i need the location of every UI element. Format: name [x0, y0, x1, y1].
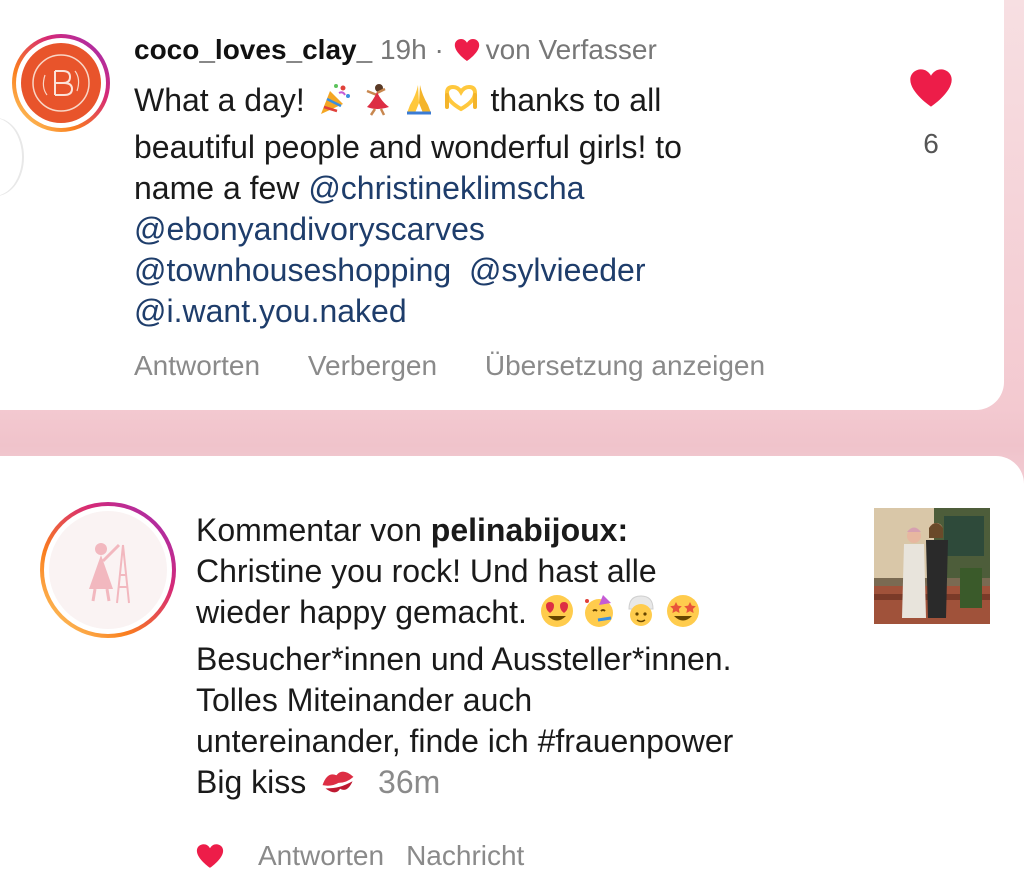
message-button[interactable]: Nachricht	[406, 836, 524, 876]
post-thumbnail[interactable]	[874, 508, 990, 624]
comment-actions: Antworten Verbergen Übersetzung anzeigen	[134, 346, 805, 386]
like-heart-icon[interactable]	[908, 68, 954, 113]
mention-link[interactable]: @i.want.you.naked	[134, 293, 407, 329]
mention-link[interactable]: @townhouseshopping	[134, 252, 451, 288]
reply-author[interactable]: pelinabijoux:	[431, 512, 628, 548]
reply-time: 36m	[378, 764, 441, 800]
comment-username[interactable]: coco_loves_clay_	[134, 34, 372, 65]
party-popper-icon	[317, 81, 353, 127]
edge-notch	[0, 118, 22, 196]
kiss-mark-icon	[318, 763, 358, 809]
reply-button[interactable]: Antworten	[258, 836, 384, 876]
coco-logo-icon	[32, 54, 90, 112]
heart-eyes-icon	[539, 593, 575, 639]
like-count: 6	[923, 128, 939, 159]
comment-text-part: name a few	[134, 170, 300, 206]
party-face-icon	[581, 593, 617, 639]
comment-card: coco_loves_clay_ 19h · von Verfasser Wha…	[0, 0, 1004, 410]
reply-text-line: untereinander, finde ich #frauenpower	[196, 723, 734, 759]
person-turban-icon	[623, 593, 659, 639]
liked-by-author-label: von Verfasser	[485, 34, 657, 65]
comment-text-part: beautiful people and wonderful girls! to	[134, 129, 682, 165]
comment-text: What a day! thanks to all beautiful peop…	[134, 80, 854, 332]
comment-time: 19h	[379, 34, 427, 65]
separator-dot: ·	[434, 34, 444, 65]
dancer-icon	[359, 81, 395, 127]
avatar-pelina[interactable]	[40, 502, 176, 638]
reply-text-line: Big kiss	[196, 764, 307, 800]
reply-actions: Antworten Nachricht	[196, 836, 546, 876]
comment-header: coco_loves_clay_ 19h · von Verfasser	[134, 30, 657, 70]
pelina-logo-icon	[89, 543, 130, 604]
reply-text-line: Tolles Miteinander auch	[196, 682, 533, 718]
author-heart-icon	[454, 39, 479, 61]
hide-button[interactable]: Verbergen	[308, 350, 437, 381]
reply-text: Kommentar von pelinabijoux: Christine yo…	[196, 510, 866, 809]
reply-text-line: Christine you rock! Und hast alle	[196, 553, 657, 589]
mention-link[interactable]: @ebonyandivoryscarves	[134, 211, 485, 247]
reply-button[interactable]: Antworten	[134, 350, 260, 381]
show-translation-button[interactable]: Übersetzung anzeigen	[485, 350, 765, 381]
star-struck-icon	[665, 593, 701, 639]
folded-hands-icon	[401, 81, 437, 127]
reply-text-line: wieder happy gemacht.	[196, 594, 527, 630]
reply-text-line: Besucher*innen und Aussteller*innen.	[196, 641, 732, 677]
comment-text-part: thanks to all	[490, 82, 662, 118]
reply-prefix: Kommentar von	[196, 512, 422, 548]
avatar-coco[interactable]	[12, 34, 110, 132]
heart-hands-icon	[443, 81, 479, 127]
mention-link[interactable]: @christineklimscha	[308, 170, 584, 206]
comment-text-part: What a day!	[134, 82, 305, 118]
mention-link[interactable]: @sylvieeder	[469, 252, 646, 288]
like-heart-icon[interactable]	[196, 843, 224, 869]
